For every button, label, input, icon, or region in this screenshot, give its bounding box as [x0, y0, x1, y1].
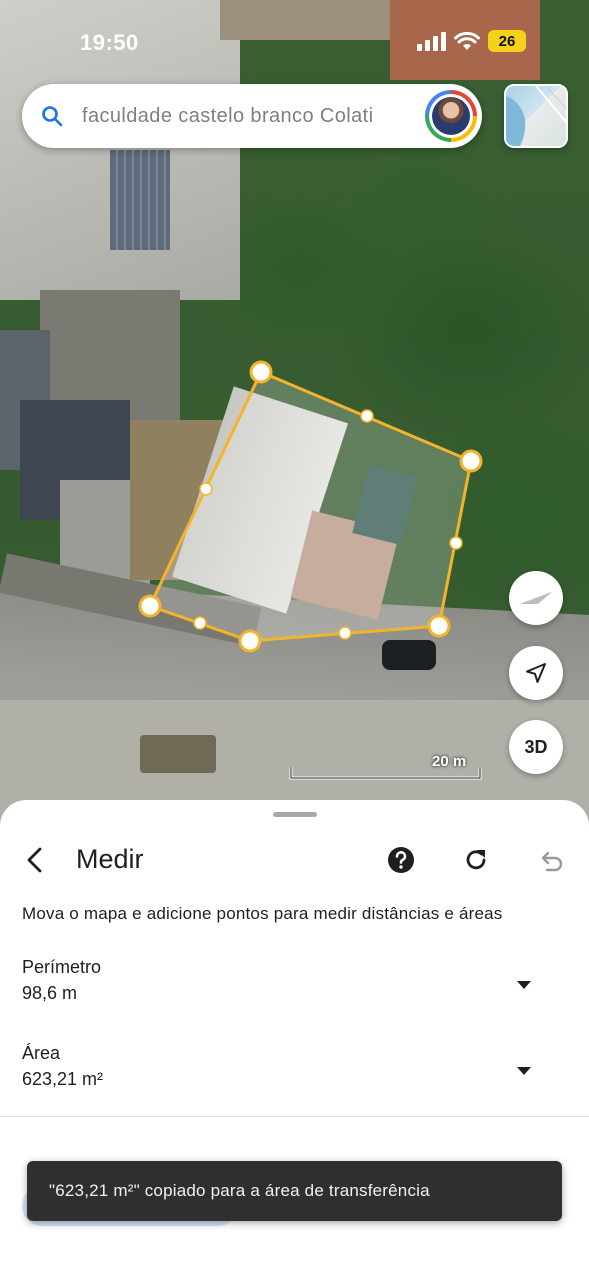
clipboard-toast: "623,21 m²" copiado para a área de trans… [27, 1161, 562, 1221]
search-icon [42, 106, 63, 127]
scale-label: 20 m [432, 753, 467, 770]
back-button[interactable] [14, 840, 54, 880]
dropdown-caret-icon [517, 981, 531, 989]
perimeter-row[interactable]: Perímetro 98,6 m [0, 957, 589, 1017]
midpoint-handle[interactable] [199, 482, 213, 496]
layers-button[interactable] [504, 84, 568, 148]
compass-button[interactable] [509, 571, 563, 625]
search-button[interactable] [22, 84, 82, 148]
my-location-button[interactable] [509, 646, 563, 700]
midpoint-handle[interactable] [449, 536, 463, 550]
midpoint-handle[interactable] [193, 616, 207, 630]
undo-icon [541, 851, 563, 872]
page-title: Medir [76, 844, 144, 874]
battery-icon: 26 [488, 30, 526, 52]
layers-icon [506, 86, 566, 146]
undo-button[interactable] [531, 840, 571, 880]
status-time: 19:50 [80, 30, 139, 55]
midpoint-handle[interactable] [360, 409, 374, 423]
3d-toggle-button[interactable]: 3D [509, 720, 563, 774]
vertex-handle[interactable] [238, 629, 262, 653]
instruction-text: Mova o mapa e adicione pontos para medir… [22, 904, 503, 923]
search-input[interactable]: faculdade castelo branco Colati [82, 105, 402, 128]
satellite-map[interactable]: 20 m 19:50 26 faculdade castelo branco C… [0, 0, 589, 830]
vertex-handle[interactable] [138, 594, 162, 618]
help-button[interactable] [381, 840, 421, 880]
status-icons: 26 [416, 30, 526, 52]
vertex-handle[interactable] [249, 360, 273, 384]
area-label: Área [22, 1043, 61, 1063]
vertex-handle[interactable] [459, 449, 483, 473]
reset-button[interactable] [456, 840, 496, 880]
midpoint-handle[interactable] [338, 626, 352, 640]
sheet-header: Medir [0, 836, 589, 884]
profile-photo [432, 97, 470, 135]
dropdown-caret-icon [517, 1067, 531, 1075]
perimeter-label: Perímetro [22, 957, 102, 977]
vertex-handle[interactable] [427, 614, 451, 638]
help-icon [388, 847, 414, 873]
back-arrow-icon [27, 847, 42, 873]
signal-icon [417, 32, 446, 51]
navigation-icon [526, 663, 546, 683]
measured-area-polygon [147, 370, 473, 643]
drag-handle[interactable] [273, 812, 317, 817]
avatar[interactable] [425, 90, 477, 142]
divider [0, 1116, 589, 1117]
search-bar[interactable]: faculdade castelo branco Colati [22, 84, 482, 148]
wifi-icon [454, 31, 480, 50]
compass-icon [520, 592, 552, 604]
perimeter-dropdown-button[interactable] [512, 973, 536, 997]
area-dropdown-button[interactable] [512, 1059, 536, 1083]
refresh-icon [466, 850, 486, 870]
area-value: 623,21 m² [22, 1069, 104, 1089]
area-row[interactable]: Área 623,21 m² [0, 1043, 589, 1103]
perimeter-value: 98,6 m [22, 983, 78, 1003]
